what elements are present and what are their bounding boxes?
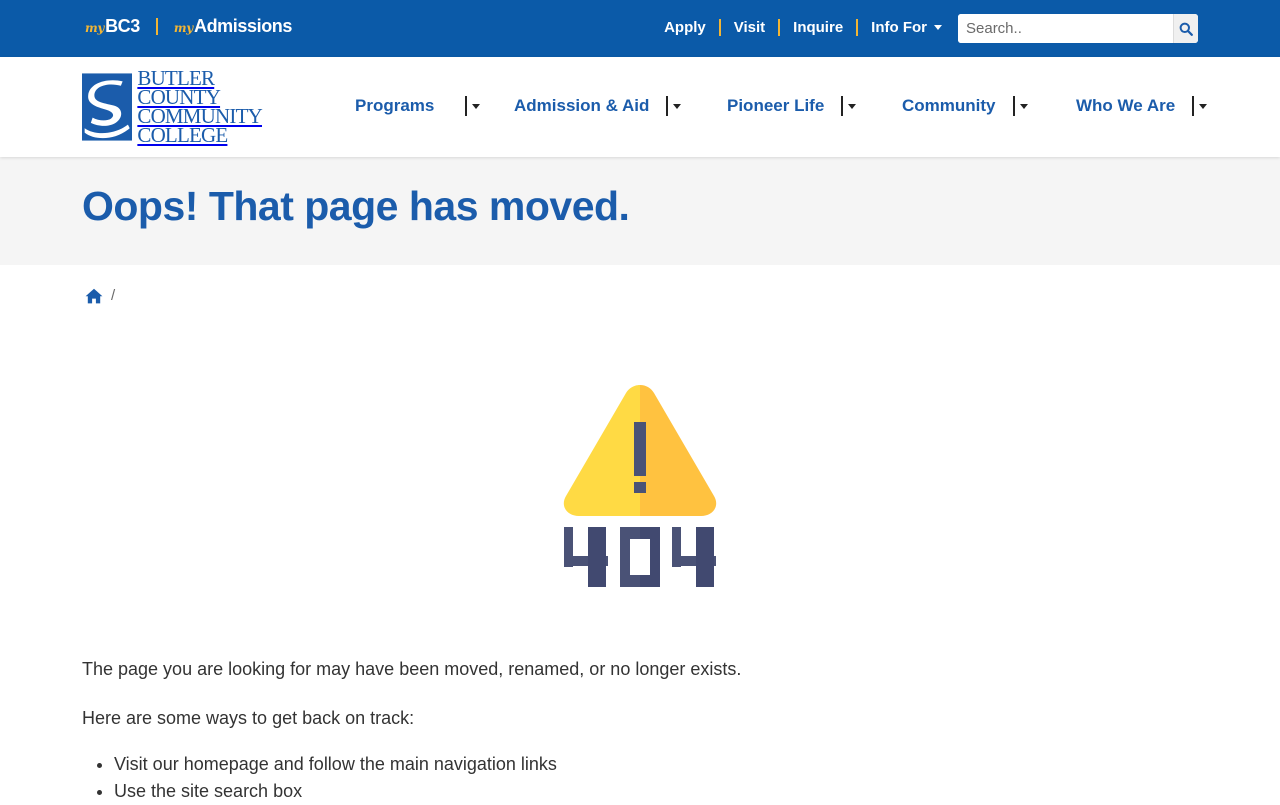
page-title: Oops! That page has moved. (82, 183, 630, 229)
home-link[interactable] (85, 288, 103, 304)
intro-text: The page you are looking for may have be… (82, 659, 742, 679)
top-utility-bar: my BC3 my Admissions Apply Visit Inquire I… (0, 0, 1280, 57)
nav-label[interactable]: Programs (355, 96, 434, 116)
divider (1012, 96, 1015, 116)
chevron-down-icon[interactable] (848, 103, 857, 109)
home-icon (85, 288, 103, 303)
search-input[interactable] (958, 14, 1173, 43)
divider (856, 19, 859, 36)
main-header: BUTLER COUNTY COMMUNITY COLLEGE Programs… (0, 57, 1280, 157)
page-content: The page you are looking for may have be… (82, 658, 1198, 805)
divider (1192, 96, 1195, 116)
myadmissions-label: Admissions (193, 16, 292, 36)
ways-heading: Here are some ways to get back on track: (82, 708, 415, 728)
nav-label[interactable]: Admission & Aid (514, 96, 649, 116)
divider (778, 19, 781, 36)
divider (465, 96, 468, 116)
mybc3-prefix: my (85, 21, 105, 35)
visit-link[interactable]: Visit (734, 19, 765, 36)
divider (666, 96, 669, 116)
nav-who-we-are[interactable]: Who We Are (1076, 96, 1208, 116)
divider (718, 19, 721, 36)
chevron-down-icon (934, 25, 942, 30)
nav-pioneer-life[interactable]: Pioneer Life (727, 96, 857, 116)
chevron-down-icon[interactable] (1199, 103, 1208, 109)
nav-programs[interactable]: Programs (355, 96, 481, 116)
utility-nav: Apply Visit Inquire Info For (664, 19, 942, 36)
breadcrumb-separator: / (111, 287, 116, 304)
my-links: my BC3 my Admissions (85, 16, 292, 37)
mybc3-label: BC3 (105, 16, 140, 36)
info-for-label: Info For (871, 19, 927, 36)
divider (841, 96, 844, 116)
search-button[interactable] (1173, 14, 1198, 43)
mybc3-link[interactable]: my BC3 (85, 16, 140, 37)
divider (155, 18, 158, 35)
nav-label[interactable]: Who We Are (1076, 96, 1175, 116)
404-glyphs (564, 527, 716, 587)
warning-404-illustration (563, 385, 717, 587)
chevron-down-icon[interactable] (1019, 103, 1028, 109)
nav-label[interactable]: Pioneer Life (727, 96, 824, 116)
chevron-down-icon[interactable] (472, 103, 481, 109)
chevron-down-icon[interactable] (673, 103, 682, 109)
nav-community[interactable]: Community (902, 96, 1028, 116)
ways-list: Visit our homepage and follow the main n… (82, 751, 1198, 805)
search-icon (1179, 22, 1193, 36)
site-search (958, 14, 1198, 43)
inquire-link[interactable]: Inquire (793, 19, 843, 36)
main-nav: Programs Admission & Aid Pioneer Life Co… (0, 57, 1280, 157)
nav-admission-aid[interactable]: Admission & Aid (514, 96, 682, 116)
nav-label[interactable]: Community (902, 96, 996, 116)
warning-triangle-icon (563, 385, 717, 516)
breadcrumb: / (85, 287, 115, 304)
info-for-dropdown[interactable]: Info For (871, 19, 942, 36)
page-title-band: Oops! That page has moved. (0, 157, 1280, 265)
myadmissions-link[interactable]: my Admissions (173, 16, 293, 37)
list-item: Use the site search box (114, 778, 1198, 805)
myadmissions-prefix: my (173, 21, 193, 35)
apply-link[interactable]: Apply (664, 19, 706, 36)
list-item: Visit our homepage and follow the main n… (114, 751, 1198, 778)
